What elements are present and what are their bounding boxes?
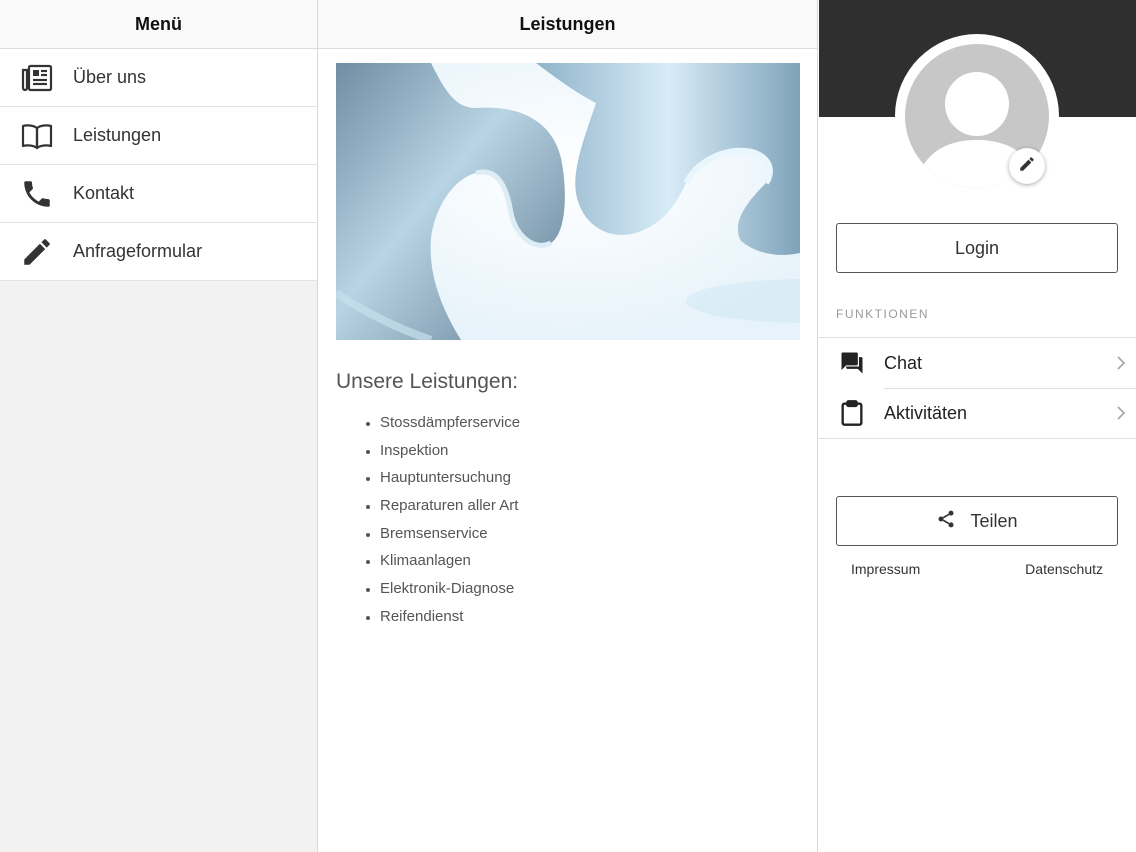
menu-item-label: Anfrageformular [73, 241, 203, 261]
phone-icon [0, 177, 73, 211]
pencil-icon [0, 235, 73, 269]
pencil-icon [1018, 155, 1036, 178]
edit-avatar-button[interactable] [1009, 148, 1045, 184]
menu-item-label: Leistungen [73, 125, 162, 145]
menu-item-anfrageformular[interactable]: Anfrageformular [0, 223, 317, 281]
share-label: Teilen [970, 510, 1018, 531]
chevron-right-icon [1106, 355, 1136, 371]
functions-list: Chat Aktivitäten [819, 337, 1136, 439]
services-list: Stossdämpferservice Inspektion Hauptunte… [380, 412, 520, 634]
list-item: Hauptuntersuchung [380, 467, 520, 495]
page-title: Leistungen [318, 0, 817, 49]
content-panel: Leistungen Unsere Leistungen: • Stossdäm… [318, 0, 818, 852]
list-item: Reifendienst [380, 606, 520, 634]
function-label: Aktivitäten [884, 402, 968, 423]
function-item-aktivitaeten[interactable]: Aktivitäten [819, 388, 1136, 438]
list-item: Stossdämpferservice [380, 412, 520, 440]
section-label: FUNKTIONEN [836, 307, 929, 321]
clipboard-icon [819, 399, 884, 427]
profile-panel: Login FUNKTIONEN Chat Aktivitäten Teilen… [819, 0, 1136, 852]
list-item: Elektronik-Diagnose [380, 578, 520, 606]
menu-item-kontakt[interactable]: Kontakt [0, 165, 317, 223]
chevron-right-icon [1106, 405, 1136, 421]
menu-list: Über uns Leistungen Kontakt Anfrageformu… [0, 49, 317, 281]
list-item: Bremsenservice [380, 523, 520, 551]
list-item: Inspektion [380, 440, 520, 468]
function-label: Chat [884, 352, 923, 373]
login-button[interactable]: Login [836, 223, 1118, 273]
open-book-icon [0, 119, 73, 153]
wrench-photo [336, 63, 800, 340]
footer-links: Impressum Datenschutz [819, 561, 1136, 581]
menu-item-leistungen[interactable]: Leistungen [0, 107, 317, 165]
chat-icon [819, 349, 884, 377]
menu-item-label: Über uns [73, 67, 147, 87]
share-button[interactable]: Teilen [836, 496, 1118, 546]
newspaper-icon [0, 61, 73, 95]
impressum-link[interactable]: Impressum [851, 561, 920, 577]
datenschutz-link[interactable]: Datenschutz [1025, 561, 1103, 577]
menu-item-ueber-uns[interactable]: Über uns [0, 49, 317, 107]
section-heading: Unsere Leistungen: [336, 370, 519, 393]
list-item: Reparaturen aller Art [380, 495, 520, 523]
menu-title: Menü [0, 0, 317, 49]
menu-item-label: Kontakt [73, 183, 135, 203]
menu-panel: Menü Über uns Leistungen Kontakt Anfrage… [0, 0, 318, 852]
list-item: Klimaanlagen [380, 550, 520, 578]
share-icon [936, 509, 970, 534]
function-item-chat[interactable]: Chat [819, 338, 1136, 388]
